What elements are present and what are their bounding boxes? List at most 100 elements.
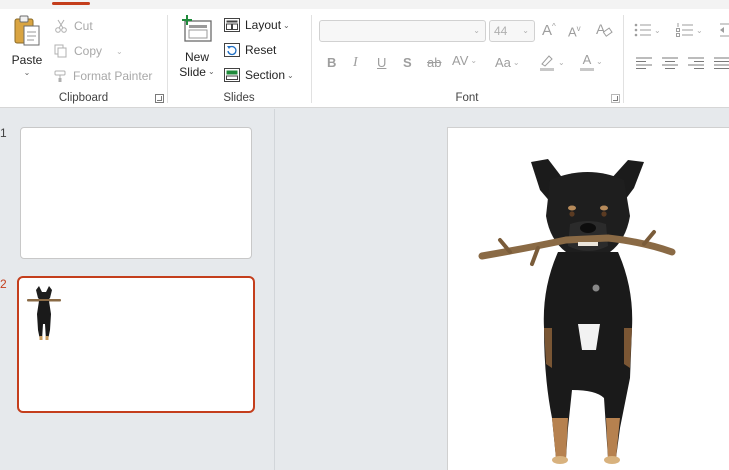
- font-color-icon: A: [582, 52, 592, 67]
- layout-button[interactable]: Layout ⌄: [224, 16, 290, 34]
- section-label: Section: [245, 68, 286, 82]
- chevron-down-icon: ⌄: [522, 26, 529, 35]
- change-case-icon: Aa: [495, 55, 511, 70]
- paste-button[interactable]: Paste ⌄: [8, 15, 46, 93]
- font-size-dropdown[interactable]: 44 ⌄: [489, 20, 535, 42]
- character-spacing-button[interactable]: AV ⌄: [452, 53, 477, 68]
- strikethrough-icon: ab: [427, 55, 442, 70]
- underline-icon: U: [377, 55, 387, 70]
- clear-formatting-icon: A: [596, 21, 613, 37]
- chevron-down-icon: ⌄: [470, 56, 478, 65]
- clipboard-group: Paste ⌄ Cut Copy ⌄ Format Painter Clipbo…: [0, 9, 167, 108]
- reset-icon: [224, 43, 240, 57]
- paragraph-group: ⌄ ⌄: [624, 9, 729, 108]
- justify-icon: [714, 57, 729, 69]
- section-button[interactable]: Section ⌄: [224, 66, 294, 84]
- new-slide-icon: [182, 15, 212, 42]
- dog-image[interactable]: [448, 128, 729, 470]
- slide-number-active: 2: [0, 277, 7, 291]
- chevron-down-icon: ⌄: [696, 25, 703, 35]
- reset-button[interactable]: Reset: [224, 41, 276, 59]
- character-spacing-icon: AV: [452, 53, 469, 68]
- chevron-down-icon: ⌄: [558, 57, 565, 67]
- numbering-button[interactable]: ⌄: [676, 23, 703, 37]
- clear-formatting-button[interactable]: A: [595, 21, 613, 42]
- new-slide-button[interactable]: New Slide ⌄: [176, 15, 218, 91]
- chevron-down-icon: ⌄: [287, 70, 294, 80]
- align-center-icon: [662, 57, 678, 69]
- paintbrush-icon: [54, 70, 66, 82]
- slides-group-label: Slides: [223, 92, 255, 104]
- slide-editor-area: [276, 109, 729, 470]
- chevron-down-icon: ⌄: [283, 20, 290, 30]
- slide-thumbnail-2[interactable]: [17, 276, 255, 413]
- paste-label: Paste: [11, 53, 43, 67]
- svg-text:A: A: [596, 21, 606, 37]
- font-color-button[interactable]: A ⌄: [580, 52, 603, 71]
- font-name-dropdown[interactable]: ⌄: [319, 20, 486, 42]
- change-case-button[interactable]: Aa ⌄: [495, 55, 520, 70]
- slide-thumbnail-pane[interactable]: 1 2: [0, 109, 275, 470]
- copy-label: Copy: [74, 44, 103, 58]
- align-right-button[interactable]: [688, 57, 704, 72]
- chevron-down-icon: ⌄: [207, 67, 215, 76]
- chevron-down-icon: ⌄: [596, 57, 603, 66]
- dog-image-thumbnail: [27, 286, 61, 340]
- bold-icon: B: [327, 55, 337, 70]
- active-tab-indicator: [52, 2, 90, 5]
- ribbon: Paste ⌄ Cut Copy ⌄ Format Painter Clipbo…: [0, 9, 729, 108]
- section-icon: [224, 68, 240, 82]
- clipboard-dialog-launcher-icon[interactable]: [155, 94, 164, 103]
- font-group-label: Font: [455, 92, 479, 104]
- chevron-down-icon: ⌄: [23, 68, 31, 77]
- decrease-indent-button[interactable]: [720, 23, 729, 40]
- decrease-indent-icon: [720, 23, 729, 37]
- shrink-font-icon: A: [568, 24, 577, 40]
- text-shadow-icon: S: [403, 55, 412, 70]
- cut-button[interactable]: Cut: [54, 17, 93, 35]
- strikethrough-button[interactable]: ab: [427, 55, 441, 70]
- align-left-icon: [636, 57, 652, 69]
- numbered-list-icon: [676, 23, 693, 37]
- clipboard-group-label: Clipboard: [58, 92, 109, 104]
- slide-thumbnail-1[interactable]: [20, 127, 252, 259]
- bullet-list-icon: [634, 23, 651, 37]
- chevron-down-icon: ⌄: [473, 26, 480, 35]
- cut-label: Cut: [74, 19, 93, 33]
- bold-button[interactable]: B: [327, 55, 336, 70]
- chevron-down-icon: ⌄: [512, 58, 520, 67]
- text-shadow-button[interactable]: S: [403, 55, 412, 70]
- slides-group: New Slide ⌄ Layout ⌄ Reset Section ⌄ Sli…: [168, 9, 310, 108]
- scissors-icon: [55, 19, 67, 33]
- copy-icon: [54, 44, 67, 58]
- align-left-button[interactable]: [636, 57, 652, 72]
- italic-icon: I: [353, 55, 358, 70]
- align-right-icon: [688, 57, 704, 69]
- font-dialog-launcher-icon[interactable]: [611, 94, 620, 103]
- format-painter-button[interactable]: Format Painter: [54, 67, 152, 85]
- highlight-color-button[interactable]: ⌄: [538, 53, 565, 71]
- layout-icon: [224, 18, 240, 32]
- format-painter-label: Format Painter: [73, 69, 153, 83]
- justify-button[interactable]: [714, 57, 729, 72]
- paste-icon: [14, 15, 40, 46]
- reset-label: Reset: [245, 43, 277, 57]
- align-center-button[interactable]: [662, 57, 678, 72]
- slide-number: 1: [0, 126, 7, 140]
- highlighter-icon: [540, 55, 554, 71]
- ribbon-tab-strip: [0, 0, 729, 9]
- font-size-value: 44: [494, 24, 508, 38]
- new-slide-label-line1: New: [184, 50, 209, 64]
- chevron-down-icon: ⌄: [654, 25, 661, 35]
- layout-label: Layout: [245, 18, 282, 32]
- new-slide-label-line2: Slide: [179, 65, 206, 79]
- italic-button[interactable]: I: [353, 55, 358, 71]
- grow-font-button[interactable]: A^: [542, 22, 556, 39]
- underline-button[interactable]: U: [377, 55, 386, 70]
- bullets-button[interactable]: ⌄: [634, 23, 661, 37]
- shrink-font-button[interactable]: Av: [568, 24, 581, 39]
- chevron-down-icon: ⌄: [116, 46, 123, 56]
- copy-button[interactable]: Copy ⌄: [54, 42, 123, 60]
- slide-canvas[interactable]: [447, 127, 729, 470]
- grow-font-icon: A: [542, 22, 553, 39]
